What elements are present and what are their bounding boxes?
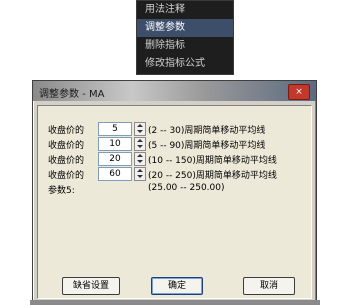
param-value-input[interactable]: 5 [98, 122, 132, 136]
param-value-input[interactable]: 20 [98, 152, 132, 166]
dialog-shadow [30, 300, 320, 305]
param-label: 收盘价的 [48, 141, 85, 151]
menu-item-usage-notes[interactable]: 用法注释 [137, 1, 233, 19]
default-settings-button[interactable]: 缺省设置 [62, 277, 120, 295]
close-button[interactable]: × [288, 84, 310, 100]
menu-item-adjust-params[interactable]: 调整参数 [137, 19, 233, 37]
menu-item-edit-formula[interactable]: 修改指标公式 [137, 55, 233, 73]
dialog-title: 调整参数 - MA [39, 89, 105, 100]
context-menu: 用法注释 调整参数 删除指标 修改指标公式 [136, 0, 234, 75]
param-label: 收盘价的 [48, 156, 85, 166]
spinner-updown-icon[interactable] [134, 152, 146, 166]
param-desc: (10 -- 150)周期简单移动平均线 [148, 156, 277, 166]
param5-range: (25.00 -- 250.00) [148, 183, 225, 193]
param-desc: (5 -- 90)周期简单移动平均线 [148, 141, 266, 151]
param-desc: (20 -- 250)周期简单移动平均线 [148, 171, 277, 181]
param-value-input[interactable]: 60 [98, 167, 132, 181]
dialog-titlebar[interactable]: 调整参数 - MA × [33, 81, 316, 101]
menu-item-delete-indicator[interactable]: 删除指标 [137, 37, 233, 55]
ok-button[interactable]: 确定 [151, 277, 203, 295]
spinner-updown-icon[interactable] [134, 122, 146, 136]
close-icon: × [295, 87, 303, 97]
param-label: 收盘价的 [48, 171, 85, 181]
param-label: 收盘价的 [48, 126, 85, 136]
spinner-updown-icon[interactable] [134, 167, 146, 181]
param-desc: (2 -- 30)周期简单移动平均线 [148, 126, 266, 136]
adjust-params-dialog: 调整参数 - MA × 收盘价的 5 (2 -- 30)周期简单移动平均线 收盘… [32, 80, 317, 304]
cancel-button[interactable]: 取消 [243, 277, 295, 295]
spinner-updown-icon[interactable] [134, 137, 146, 151]
param-value-input[interactable]: 10 [98, 137, 132, 151]
param5-label: 参数5: [48, 186, 75, 196]
dialog-content: 收盘价的 5 (2 -- 30)周期简单移动平均线 收盘价的 10 (5 -- … [37, 105, 312, 299]
